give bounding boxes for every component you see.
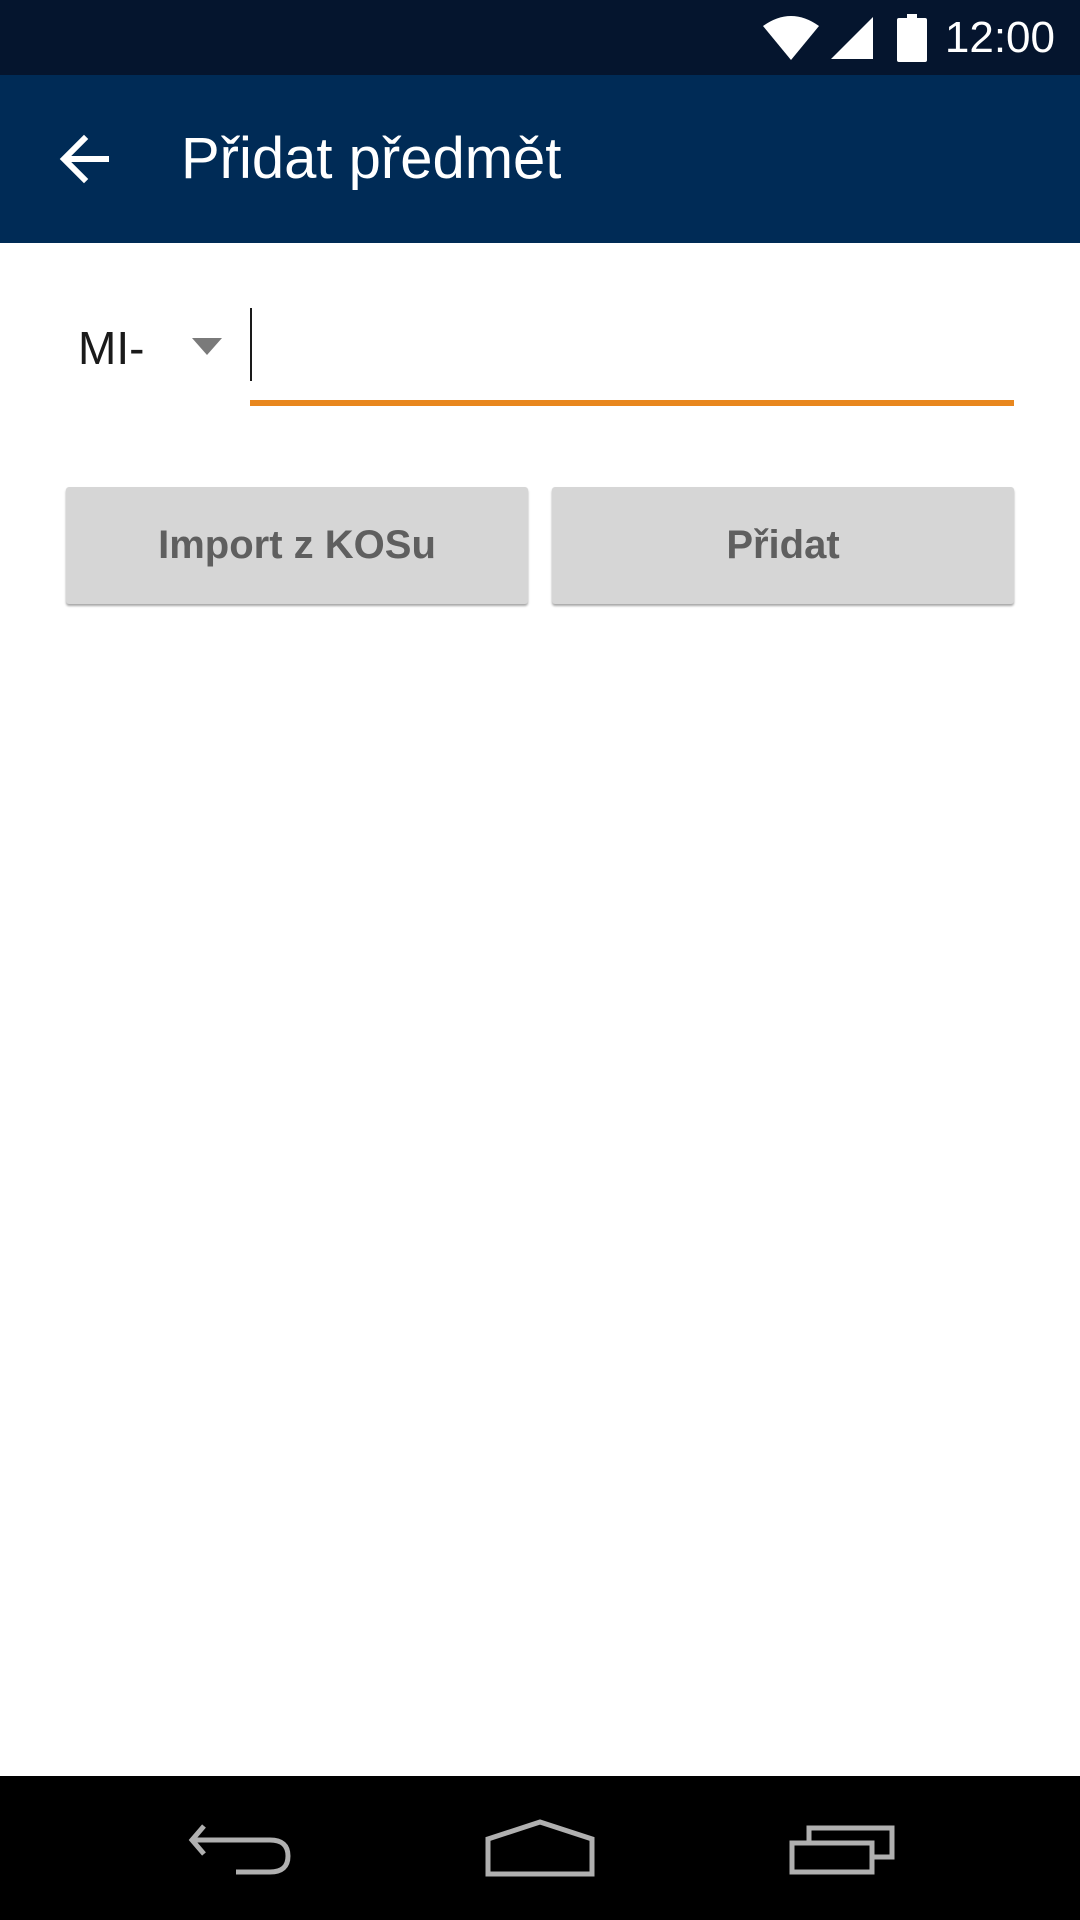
status-bar: 12:00 (0, 0, 1080, 75)
course-code-input[interactable] (250, 300, 1014, 400)
back-button[interactable] (44, 119, 124, 199)
prefix-spinner[interactable]: MI- (66, 300, 236, 396)
nav-recents-button[interactable] (742, 1776, 942, 1920)
add-button[interactable]: Přidat (552, 487, 1014, 604)
dropdown-arrow-icon (192, 338, 222, 355)
nav-back-button[interactable] (140, 1776, 340, 1920)
battery-icon (896, 13, 927, 62)
status-clock: 12:00 (944, 13, 1055, 62)
arrow-back-icon (59, 134, 109, 184)
input-underline (250, 400, 1014, 406)
text-cursor (250, 308, 252, 381)
navigation-bar (0, 1776, 1080, 1920)
nav-back-icon (188, 1824, 291, 1875)
cellular-signal-icon (830, 16, 873, 59)
screen: 12:00 Přidat předmět MI- Import z KOSu P… (0, 0, 1080, 1920)
code-input-container (250, 300, 1014, 408)
page-title: Přidat předmět (181, 126, 562, 191)
app-toolbar: Přidat předmět (0, 75, 1080, 243)
import-from-kos-button[interactable]: Import z KOSu (66, 487, 528, 604)
nav-home-button[interactable] (440, 1776, 640, 1920)
nav-recents-icon (789, 1825, 895, 1875)
nav-home-icon (485, 1819, 595, 1877)
prefix-selected-value: MI- (78, 322, 145, 374)
status-icons: 12:00 (761, 0, 1080, 75)
wifi-icon (762, 15, 819, 60)
